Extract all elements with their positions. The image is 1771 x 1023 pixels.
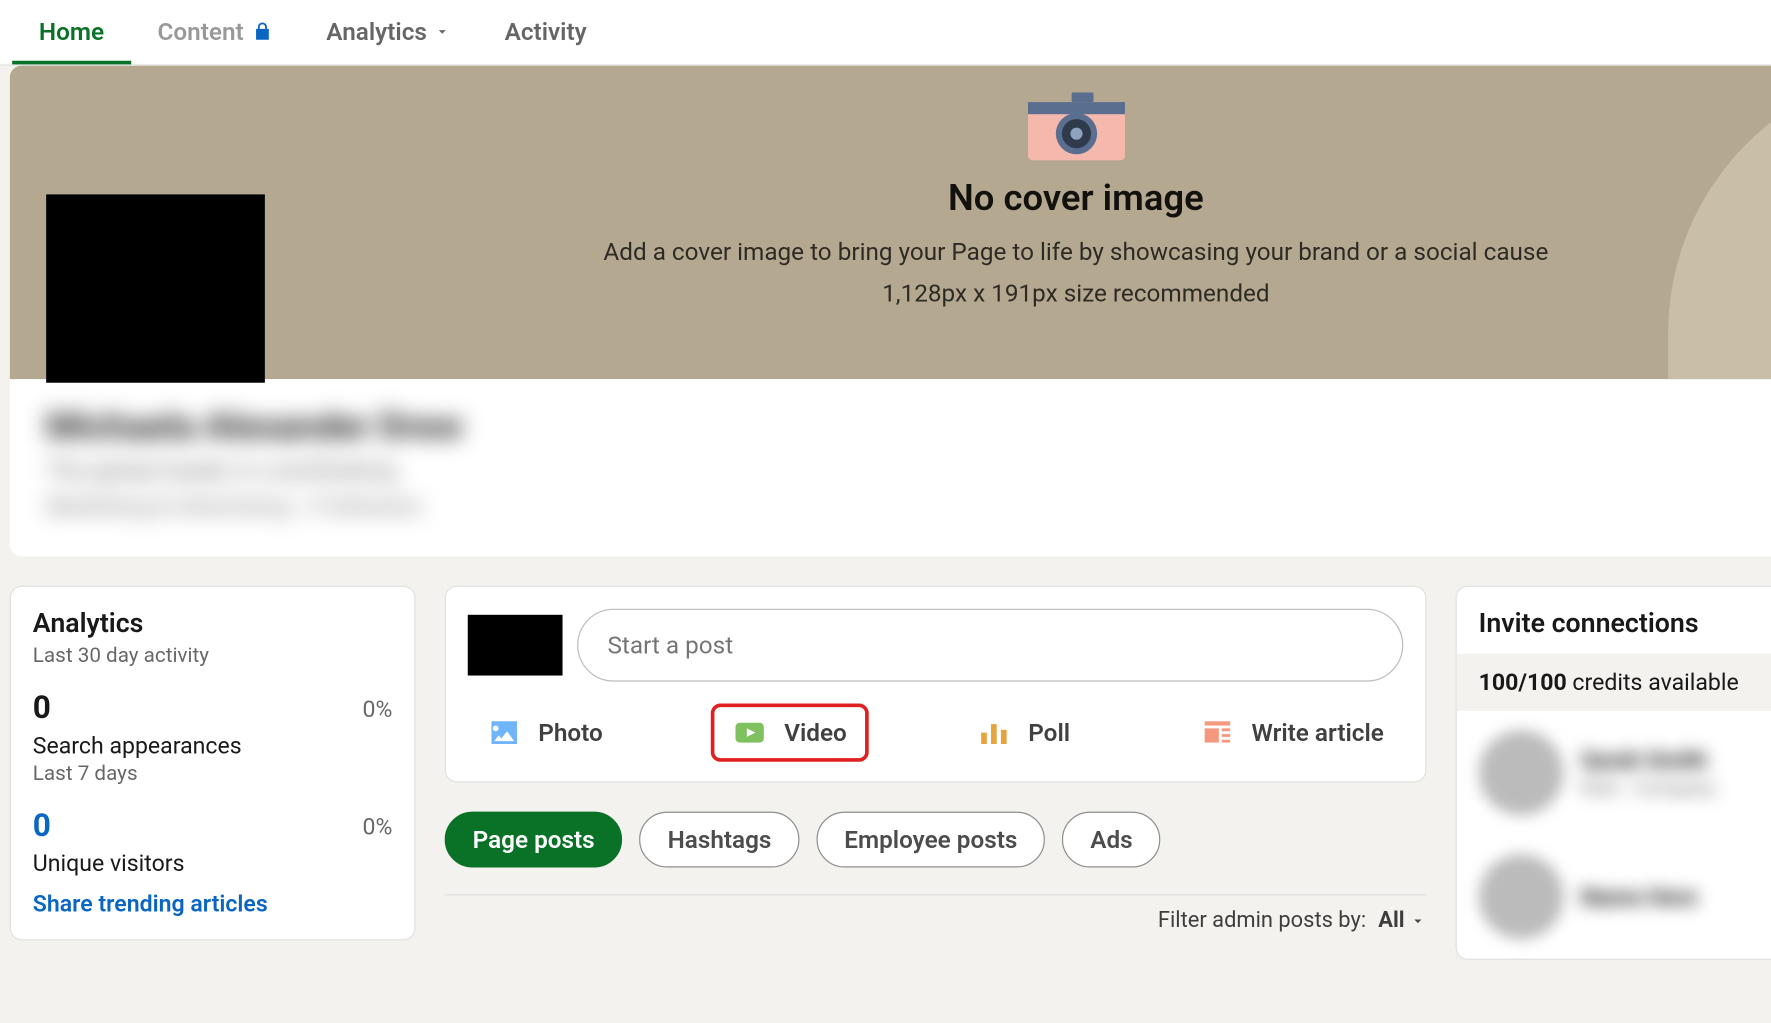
connection-name: Name Here [1581, 883, 1771, 911]
pill-page-posts[interactable]: Page posts [445, 812, 623, 868]
stat-pct: 0% [363, 813, 393, 841]
composer-video[interactable]: Video [714, 706, 867, 759]
page-tabs: Home Content Analytics Activity [0, 0, 1771, 66]
composer-avatar [468, 615, 563, 676]
chevron-down-icon [1409, 912, 1426, 929]
stat-search-appearances: 0 Search appearances Last 7 days 0% [33, 690, 393, 786]
avatar [1479, 730, 1564, 815]
stat-pct: 0% [363, 695, 393, 723]
video-icon [733, 716, 767, 750]
composer-article[interactable]: Write article [1181, 706, 1403, 759]
invite-credits: 100/100 credits available [1457, 654, 1771, 711]
connection-name: Sarah Smith [1581, 746, 1771, 774]
stat-sublabel: Last 7 days [33, 762, 242, 786]
tab-home[interactable]: Home [12, 0, 131, 64]
stat-label: Unique visitors [33, 849, 268, 877]
avatar [1479, 854, 1564, 939]
article-icon [1200, 716, 1234, 750]
composer-poll[interactable]: Poll [958, 706, 1090, 759]
post-filter-pills: Page posts Hashtags Employee posts Ads [445, 812, 1427, 868]
filter-row: Filter admin posts by: All [445, 894, 1427, 933]
cover-size-hint: 1,128px x 191px size recommended [10, 278, 1771, 307]
connection-row[interactable]: Sarah Smith Role · Company [1479, 711, 1771, 835]
filter-select[interactable]: All [1378, 908, 1426, 934]
poll-icon [977, 716, 1011, 750]
invite-title: Invite connections [1479, 609, 1771, 639]
tab-analytics[interactable]: Analytics [300, 0, 478, 64]
pill-employee-posts[interactable]: Employee posts [816, 812, 1045, 868]
cover-subtitle: Add a cover image to bring your Page to … [10, 237, 1771, 266]
page-tagline: The global leader in overthinking [46, 456, 462, 485]
stat-value: 0 [33, 690, 242, 726]
lock-icon [251, 21, 273, 43]
photo-icon [487, 716, 521, 750]
tab-content[interactable]: Content [131, 0, 300, 64]
analytics-title: Analytics [33, 609, 393, 639]
tab-activity[interactable]: Activity [478, 0, 614, 64]
stat-label: Search appearances [33, 731, 242, 759]
invite-panel: Invite connections 100/100 credits avail… [1456, 586, 1771, 960]
connection-sub: Role · Company [1581, 776, 1771, 799]
share-trending-link[interactable]: Share trending articles [33, 889, 268, 917]
composer-photo[interactable]: Photo [468, 706, 622, 759]
page-meta: Marketing & Advertising · 0 followers [46, 492, 462, 520]
pill-hashtags[interactable]: Hashtags [640, 812, 800, 868]
page-name: Michaela Alexander Drew [46, 406, 462, 449]
composer-panel: Start a post Photo Video Poll Write art [445, 586, 1427, 783]
cover-title: No cover image [10, 177, 1771, 220]
cover-area[interactable]: No cover image Add a cover image to brin… [10, 66, 1771, 379]
analytics-subtitle: Last 30 day activity [33, 644, 393, 668]
pill-ads[interactable]: Ads [1062, 812, 1160, 868]
stat-value[interactable]: 0 [33, 808, 268, 844]
filter-label: Filter admin posts by: [1158, 908, 1366, 934]
stat-unique-visitors: 0 Unique visitors Share trending article… [33, 808, 393, 917]
analytics-panel: Analytics Last 30 day activity 0 Search … [10, 586, 416, 941]
page-logo [46, 194, 265, 382]
start-post-button[interactable]: Start a post [577, 609, 1403, 682]
camera-icon [1027, 92, 1124, 160]
chevron-down-icon [434, 23, 451, 40]
page-header-card: No cover image Add a cover image to brin… [10, 66, 1771, 557]
connection-row[interactable]: Name Here [1479, 835, 1771, 959]
